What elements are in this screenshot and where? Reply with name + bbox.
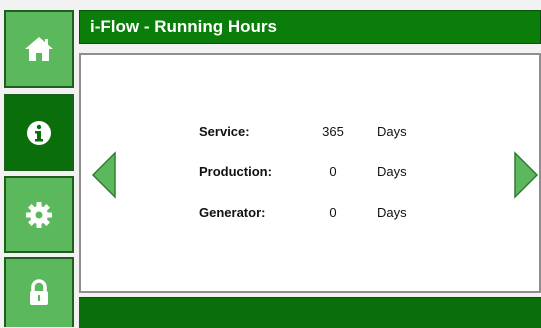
production-row: Production: 0 Days: [81, 164, 539, 184]
lock-icon: [30, 279, 48, 305]
generator-unit: Days: [377, 205, 407, 220]
production-value: 0: [329, 164, 337, 179]
next-page-button[interactable]: [513, 151, 539, 199]
production-label: Production:: [199, 164, 272, 179]
generator-row: Generator: 0 Days: [81, 205, 539, 225]
footer-bar: [79, 297, 541, 328]
header-bar: i-Flow - Running Hours: [79, 10, 541, 44]
service-value: 365: [322, 124, 344, 139]
sidebar: [0, 0, 80, 327]
running-hours-panel: Service: 365 Days Production: 0 Days Gen…: [79, 53, 541, 293]
arrow-right-icon: [514, 151, 539, 199]
info-button[interactable]: [4, 94, 74, 171]
service-unit: Days: [377, 124, 407, 139]
generator-value: 0: [329, 205, 337, 220]
production-unit: Days: [377, 164, 407, 179]
gear-icon: [26, 201, 52, 228]
home-icon: [25, 37, 53, 61]
service-label: Service:: [199, 124, 250, 139]
page-title: i-Flow - Running Hours: [90, 17, 277, 36]
service-row: Service: 365 Days: [81, 124, 539, 144]
info-icon: [27, 120, 51, 145]
generator-label: Generator:: [199, 205, 266, 220]
lock-button[interactable]: [4, 257, 74, 327]
home-button[interactable]: [4, 10, 74, 88]
settings-button[interactable]: [4, 176, 74, 253]
